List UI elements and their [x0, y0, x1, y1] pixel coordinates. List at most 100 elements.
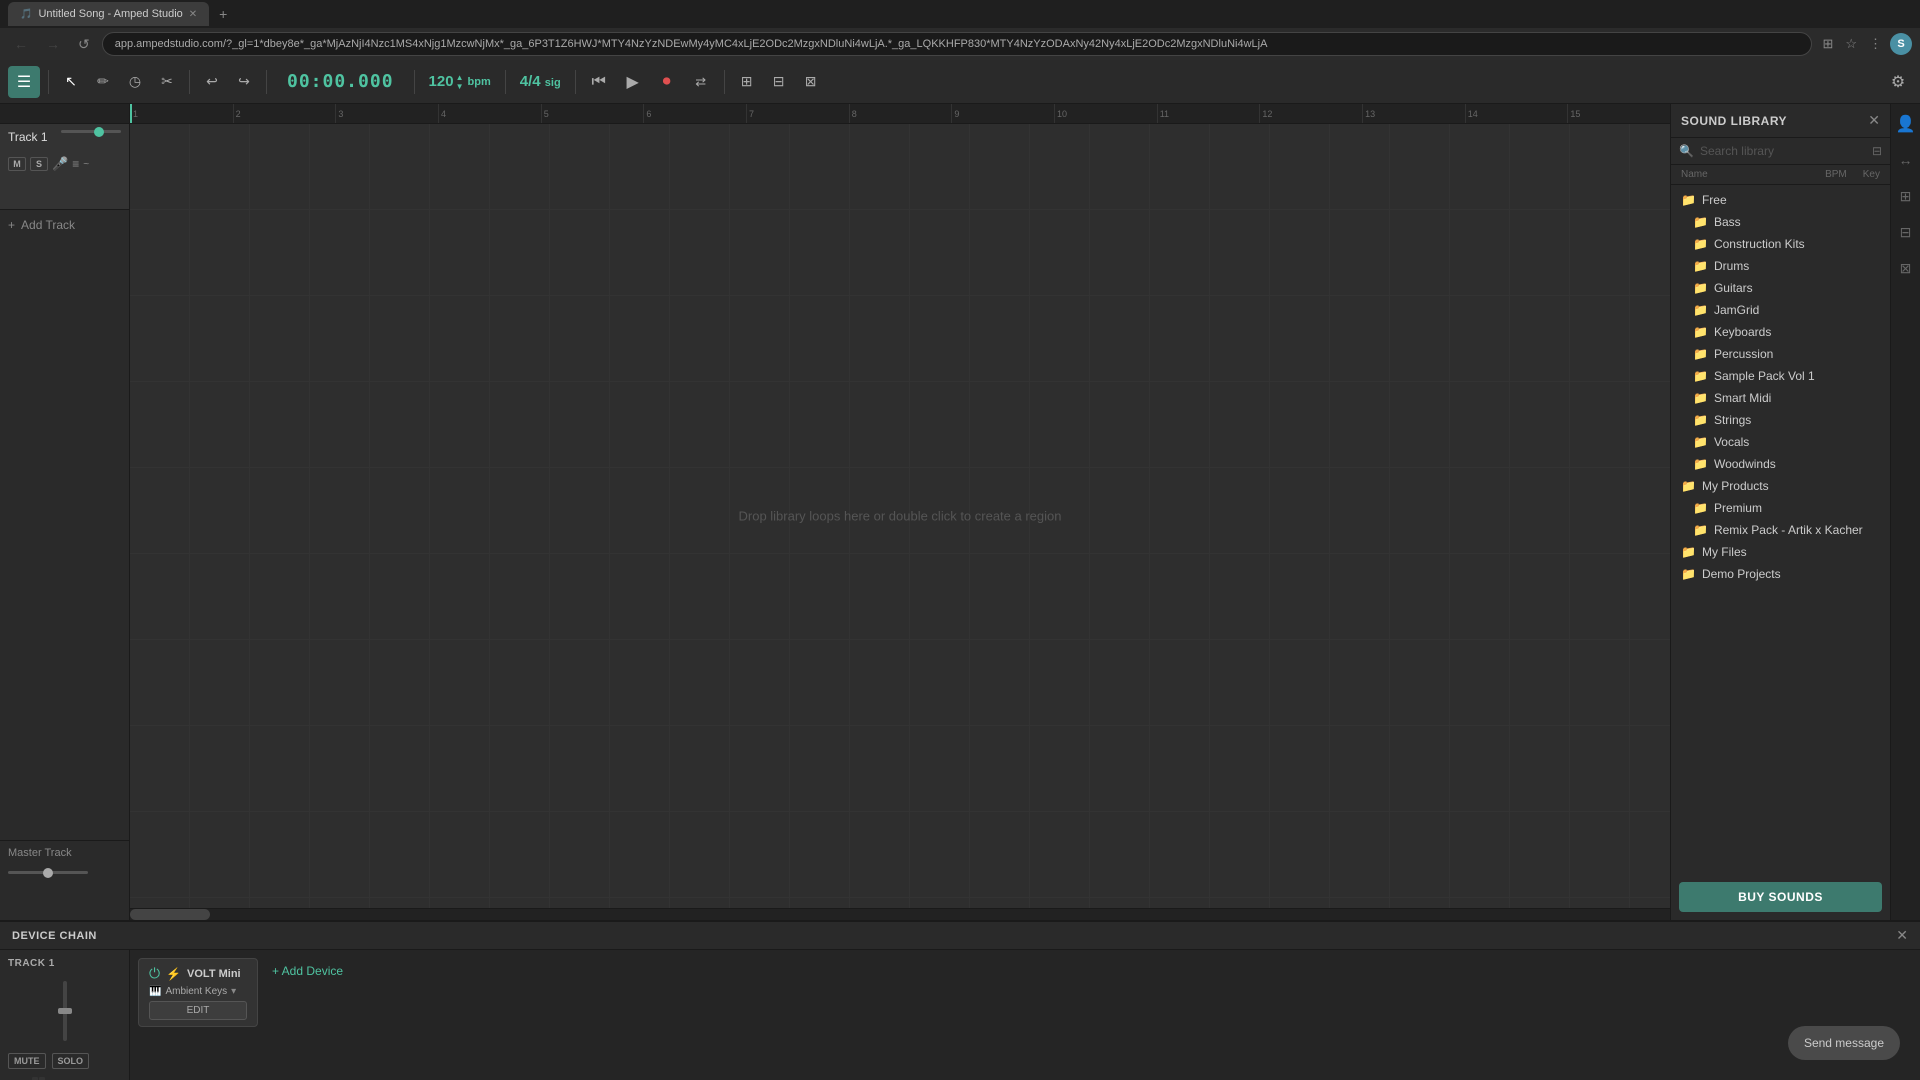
tab-close-button[interactable]: ✕ — [189, 9, 197, 20]
bpm-arrows[interactable]: ▲ ▼ — [456, 73, 464, 91]
device-icon: ⚡ — [166, 967, 181, 981]
track-fader[interactable] — [63, 981, 67, 1041]
pencil-tool-button[interactable]: ✏ — [89, 68, 117, 96]
library-item[interactable]: 📁Woodwinds — [1683, 453, 1890, 475]
nav-back-button[interactable]: ← — [8, 34, 34, 54]
library-item[interactable]: 📁Free — [1671, 189, 1890, 211]
new-tab-button[interactable]: + — [213, 4, 233, 24]
transport-play-button[interactable]: ▶ — [618, 67, 648, 97]
select-tool-button[interactable]: ↖ — [57, 68, 85, 96]
folder-icon: 📁 — [1681, 567, 1696, 581]
track-input-icon[interactable]: 🎤 — [52, 156, 68, 172]
track-list: Track 1 M S 🎤 ≡ ~ + Add Track Master Tra… — [0, 104, 130, 920]
folder-icon: 📁 — [1681, 479, 1696, 493]
time-sig-display: 4/4 sig — [514, 73, 567, 90]
device-power-button[interactable]: ⏻ — [149, 965, 160, 982]
library-item[interactable]: 📁Strings — [1683, 409, 1890, 431]
library-filter-button[interactable]: ⊟ — [1872, 144, 1882, 158]
device-chain-close-button[interactable]: ✕ — [1896, 927, 1908, 944]
search-icon: 🔍 — [1679, 144, 1694, 158]
drop-hint: Drop library loops here or double click … — [738, 509, 1061, 524]
nav-refresh-button[interactable]: ↺ — [72, 34, 96, 55]
library-item[interactable]: 📁JamGrid — [1683, 299, 1890, 321]
address-bar[interactable] — [102, 32, 1813, 56]
right-panel-icon-3[interactable]: ⊞ — [1894, 184, 1918, 208]
ruler-mark: 10 — [1054, 104, 1157, 124]
library-item-name: Demo Projects — [1702, 567, 1781, 581]
library-item[interactable]: 📁Sample Pack Vol 1 — [1683, 365, 1890, 387]
library-column-headers: Name BPM Key — [1671, 165, 1890, 185]
user-avatar[interactable]: S — [1890, 33, 1912, 55]
right-panel-icon-5[interactable]: ⊠ — [1894, 256, 1918, 280]
library-item[interactable]: 📁My Files — [1671, 541, 1890, 563]
library-close-button[interactable]: ✕ — [1868, 112, 1880, 129]
fader-handle[interactable] — [58, 1008, 72, 1014]
cut-tool-button[interactable]: ✂ — [153, 68, 181, 96]
library-item[interactable]: 📁Vocals — [1683, 431, 1890, 453]
library-item[interactable]: 📁Remix Pack - Artik x Kacher — [1683, 519, 1890, 541]
device-preset-arrow[interactable]: ▾ — [231, 986, 236, 997]
add-track-button[interactable]: + Add Track — [0, 210, 129, 240]
add-device-button[interactable]: + Add Device — [266, 958, 349, 984]
mix-tool-button[interactable]: ⊞ — [733, 68, 761, 96]
library-item[interactable]: 📁Premium — [1683, 497, 1890, 519]
undo-button[interactable]: ↩ — [198, 68, 226, 96]
library-item[interactable]: 📁My Products — [1671, 475, 1890, 497]
transport-start-button[interactable]: ⏮ — [584, 67, 614, 97]
folder-icon: 📁 — [1693, 259, 1708, 273]
scroll-thumb[interactable] — [130, 909, 210, 920]
track-midi-icon[interactable]: ≡ — [72, 157, 79, 171]
track-solo-button[interactable]: S — [30, 157, 48, 171]
nav-forward-button[interactable]: → — [40, 34, 66, 54]
right-icon-1[interactable]: ⚙ — [1884, 68, 1912, 96]
track-canvas[interactable]: Drop library loops here or double click … — [130, 124, 1670, 908]
device-item-volt-mini: ⏻ ⚡ VOLT Mini 🎹 Ambient Keys ▾ EDIT — [138, 958, 258, 1027]
redo-button[interactable]: ↪ — [230, 68, 258, 96]
library-item[interactable]: 📁Percussion — [1683, 343, 1890, 365]
library-item[interactable]: 📁Drums — [1683, 255, 1890, 277]
device-solo-button[interactable]: SOLO — [52, 1053, 90, 1069]
ruler-mark: 12 — [1259, 104, 1362, 124]
track-list-spacer — [0, 240, 129, 840]
library-item[interactable]: 📁Smart Midi — [1683, 387, 1890, 409]
device-edit-button[interactable]: EDIT — [149, 1001, 247, 1020]
library-item[interactable]: 📁Construction Kits — [1683, 233, 1890, 255]
send-message-button[interactable]: Send message — [1788, 1026, 1900, 1060]
browser-actions: ⊞ ☆ ⋮ S — [1818, 33, 1912, 55]
ruler-mark: 4 — [438, 104, 541, 124]
track-info-panel: TRACK 1 MUTE SOLO 🎙 — [0, 950, 130, 1080]
right-panel-icon-4[interactable]: ⊟ — [1894, 220, 1918, 244]
right-panel-icon-2[interactable]: ↔ — [1894, 148, 1918, 172]
library-search-input[interactable] — [1700, 144, 1866, 158]
device-mute-button[interactable]: MUTE — [8, 1053, 46, 1069]
clock-tool-button[interactable]: ◷ — [121, 68, 149, 96]
library-item[interactable]: 📁Guitars — [1683, 277, 1890, 299]
ruler-mark: 6 — [643, 104, 746, 124]
buy-sounds-button[interactable]: BUY SOUNDS — [1679, 882, 1882, 912]
library-item[interactable]: 📁Keyboards — [1683, 321, 1890, 343]
horizontal-scrollbar[interactable] — [130, 908, 1670, 920]
active-tab[interactable]: 🎵 Untitled Song - Amped Studio ✕ — [8, 2, 209, 26]
bpm-display[interactable]: 120 ▲ ▼ bpm — [423, 73, 497, 91]
col-bpm-header: BPM — [1825, 169, 1847, 180]
extensions-button[interactable]: ⊞ — [1818, 34, 1837, 54]
bookmark-button[interactable]: ☆ — [1841, 34, 1861, 54]
right-icons-panel: 👤 ↔ ⊞ ⊟ ⊠ — [1890, 104, 1920, 920]
folder-icon: 📁 — [1693, 303, 1708, 317]
track-eq-button[interactable]: ~ — [83, 159, 89, 170]
track-mute-solo: MUTE SOLO — [8, 1053, 121, 1069]
transport-loop-button[interactable]: ⇄ — [686, 67, 716, 97]
library-item[interactable]: 📁Bass — [1683, 211, 1890, 233]
settings-button[interactable]: ⋮ — [1865, 34, 1886, 54]
device-chain-body: TRACK 1 MUTE SOLO 🎙 — [0, 950, 1920, 1080]
library-item[interactable]: 📁 Demo Projects — [1671, 563, 1890, 585]
right-panel-icon-1[interactable]: 👤 — [1894, 112, 1918, 136]
track-volume-slider[interactable] — [61, 130, 121, 133]
track-mute-button[interactable]: M — [8, 157, 26, 171]
arrange-tool-button[interactable]: ⊟ — [765, 68, 793, 96]
transport-record-button[interactable]: ⏺ — [652, 67, 682, 97]
library-item-name: Free — [1702, 193, 1727, 207]
plugin-tool-button[interactable]: ⊠ — [797, 68, 825, 96]
master-volume-slider[interactable] — [8, 871, 88, 874]
menu-button[interactable]: ☰ — [8, 66, 40, 98]
